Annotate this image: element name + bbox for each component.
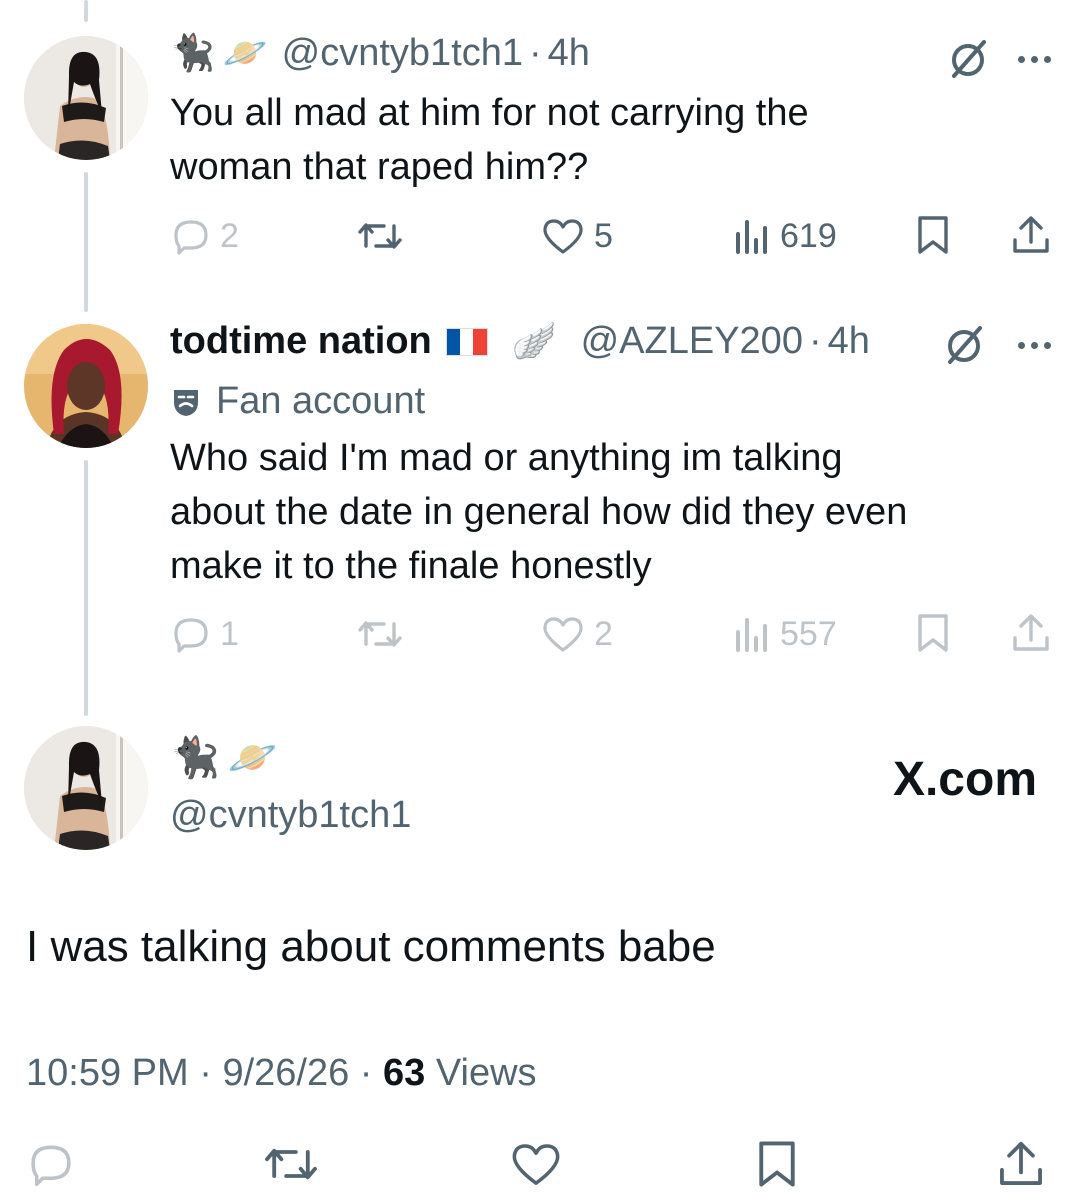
- user-handle[interactable]: @cvntyb1tch1: [282, 32, 523, 75]
- tweet-text-line: You all mad at him for not carrying the: [170, 92, 809, 134]
- avatar[interactable]: [24, 324, 148, 448]
- bookmark-button[interactable]: [754, 1138, 800, 1190]
- timestamp[interactable]: 4h: [828, 320, 870, 363]
- black-cat-emoji: 🐈‍⬛: [170, 32, 215, 74]
- planet-emoji: 🪐: [222, 32, 268, 74]
- share-button[interactable]: [996, 1138, 1046, 1190]
- france-flag-emoji: [445, 327, 488, 356]
- like-count: 2: [594, 614, 613, 653]
- like-button[interactable]: 2: [540, 614, 613, 654]
- avatar[interactable]: [24, 36, 148, 160]
- tweet-text-line: about the date in general how did they e…: [170, 491, 908, 533]
- tweet-actions: [0, 1136, 1079, 1196]
- author-handle-row: @cvntyb1tch1: [170, 794, 411, 837]
- heart-icon: [543, 219, 583, 254]
- like-button[interactable]: [508, 1140, 564, 1188]
- heart-icon: [512, 1144, 560, 1185]
- x-watermark: X.com: [892, 753, 1037, 806]
- bookmark-icon: [759, 1141, 795, 1187]
- reply-icon: [174, 220, 208, 255]
- reply-button[interactable]: 1: [170, 614, 239, 654]
- account-label-text: Fan account: [216, 380, 426, 422]
- tweet-actions: 1 2 557: [0, 604, 1079, 664]
- tweet-header: 🐈‍⬛ 🪐 @cvntyb1tch1 · 4h: [170, 32, 590, 75]
- share-icon: [1013, 216, 1049, 253]
- view-count: 557: [780, 614, 837, 653]
- wing-emoji: 🪽: [511, 320, 557, 362]
- repost-icon: [358, 621, 402, 647]
- repost-icon: [265, 1148, 317, 1180]
- analytics-icon: [736, 618, 767, 652]
- bookmark-button[interactable]: [914, 214, 952, 256]
- author-emojis: 🐈‍⬛ 🪐: [170, 738, 286, 778]
- tweet-header: todtime nation 🪽 @AZLEY200 · 4h: [170, 320, 870, 363]
- repost-button[interactable]: [356, 216, 404, 256]
- like-count: 5: [594, 216, 613, 255]
- views-button[interactable]: 557: [732, 614, 837, 654]
- display-name[interactable]: todtime nation: [170, 320, 432, 363]
- reply-count: 2: [220, 216, 239, 255]
- theater-mask-icon: [174, 389, 198, 416]
- tweet-text-line: make it to the finale honestly: [170, 545, 652, 587]
- black-cat-emoji: 🐈‍⬛: [170, 735, 220, 781]
- share-button[interactable]: [1010, 214, 1052, 256]
- reply-button[interactable]: 2: [170, 216, 239, 256]
- tweet-date[interactable]: 9/26/26: [222, 1052, 349, 1094]
- separator-dot: ·: [359, 1052, 373, 1094]
- tweet-text-line: Who said I'm mad or anything im talking: [170, 437, 843, 479]
- views-count: 63: [383, 1052, 426, 1094]
- heart-icon: [543, 617, 583, 652]
- tweet-text-line: woman that raped him??: [170, 146, 589, 188]
- like-button[interactable]: 5: [540, 216, 613, 256]
- reply-count: 1: [220, 614, 239, 653]
- more-options-icon[interactable]: [1018, 342, 1051, 349]
- tweet-text: I was talking about comments babe: [26, 922, 716, 971]
- share-icon: [1013, 614, 1049, 651]
- tweet-text: You all mad at him for not carrying the …: [170, 86, 809, 194]
- fan-account-label: Fan account: [170, 380, 425, 423]
- reply-icon: [174, 618, 208, 653]
- bookmark-button[interactable]: [914, 612, 952, 654]
- timestamp[interactable]: 4h: [548, 32, 590, 75]
- flag-stripe: [473, 328, 487, 355]
- thread-line: [84, 0, 88, 22]
- grok-icon[interactable]: [942, 324, 986, 368]
- view-count: 619: [780, 216, 837, 255]
- planet-emoji: 🪐: [227, 735, 278, 781]
- user-handle[interactable]: @cvntyb1tch1: [170, 794, 411, 837]
- separator-dot: ·: [199, 1052, 212, 1094]
- analytics-icon: [736, 220, 767, 254]
- flag-stripe: [446, 328, 461, 355]
- user-handle[interactable]: @AZLEY200: [581, 320, 803, 363]
- tweet-metadata: 10:59 PM · 9/26/26 · 63 Views: [26, 1052, 537, 1095]
- repost-button[interactable]: [356, 614, 404, 654]
- grok-icon[interactable]: [946, 38, 990, 82]
- more-options-icon[interactable]: [1018, 56, 1051, 63]
- separator-dot: ·: [529, 32, 542, 74]
- tweet-text: Who said I'm mad or anything im talking …: [170, 431, 907, 593]
- tweet-time[interactable]: 10:59 PM: [26, 1052, 189, 1094]
- share-button[interactable]: [1010, 612, 1052, 654]
- separator-dot: ·: [808, 320, 822, 362]
- bookmark-icon: [918, 614, 948, 652]
- reply-icon: [31, 1145, 71, 1187]
- views-button[interactable]: 619: [732, 216, 837, 256]
- avatar[interactable]: [24, 726, 148, 850]
- share-icon: [1000, 1141, 1042, 1185]
- views-label: Views: [435, 1052, 537, 1094]
- thread-line: [84, 460, 88, 716]
- bookmark-icon: [918, 216, 948, 254]
- repost-icon: [358, 223, 402, 249]
- flag-stripe: [460, 328, 474, 355]
- repost-button[interactable]: [262, 1140, 320, 1188]
- reply-button[interactable]: [26, 1140, 76, 1188]
- tweet-actions: 2 5 619: [0, 206, 1079, 266]
